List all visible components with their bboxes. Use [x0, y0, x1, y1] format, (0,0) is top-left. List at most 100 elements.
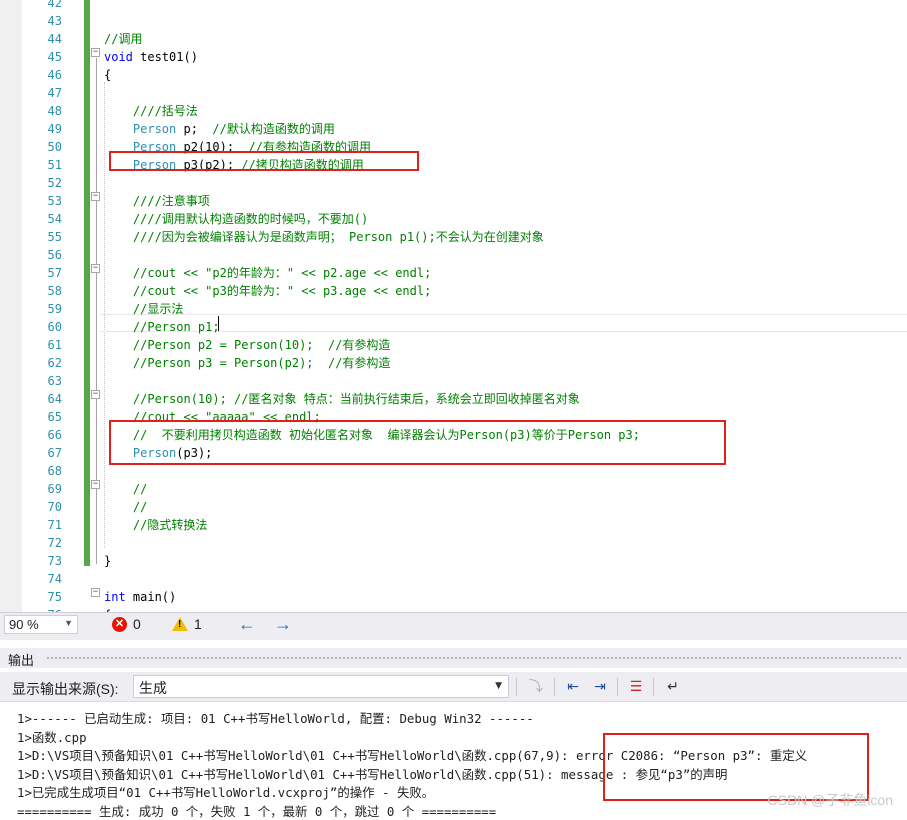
code-token: test01(): [132, 50, 198, 64]
find-message-in-code-icon[interactable]: ⤵: [525, 677, 547, 697]
line-number: 60: [47, 320, 62, 334]
code-editor[interactable]: 42 43 44 45 46 47 48 49 50 51 52 53 54 55 56 57 58 59 60 61…: [0, 0, 907, 612]
code-line[interactable]: int main(): [104, 588, 176, 606]
line-number: 75: [47, 590, 62, 604]
line-number: 47: [47, 86, 62, 100]
code-line[interactable]: ////括号法: [104, 102, 198, 120]
code-token: //Person(10); //匿名对象 特点：当前执行结束后，系统会立即回收掉…: [132, 392, 580, 406]
clear-all-icon[interactable]: ☰: [625, 677, 647, 697]
line-number: 45: [47, 50, 62, 64]
code-line[interactable]: //: [104, 480, 147, 498]
line-number: 62: [47, 356, 62, 370]
code-line[interactable]: ////调用默认构造函数的时候吗，不要加(): [104, 210, 368, 228]
line-number: 74: [47, 572, 62, 586]
line-number: 67: [47, 446, 62, 460]
code-token: ////注意事项: [132, 194, 210, 208]
line-number: 49: [47, 122, 62, 136]
line-number-column: 42 43 44 45 46 47 48 49 50 51 52 53 54 55 56 57 58 59 60 61…: [22, 0, 62, 612]
code-line[interactable]: ////因为会被编译器认为是函数声明； Person p1();不会认为在创建对…: [104, 228, 544, 246]
line-number: 51: [47, 158, 62, 172]
previous-message-icon[interactable]: ⇤: [562, 677, 584, 697]
current-line-highlight: [100, 314, 907, 332]
text-caret: [218, 316, 219, 331]
code-line[interactable]: //显示法: [104, 300, 183, 318]
line-number: 43: [47, 14, 62, 28]
line-number: 52: [47, 176, 62, 190]
code-token: //cout << "p2的年龄为：" << p2.age << endl;: [132, 266, 432, 280]
warning-icon: !: [172, 617, 188, 631]
fold-toggle-icon[interactable]: −: [91, 264, 100, 273]
next-message-icon[interactable]: ⇥: [589, 677, 611, 697]
code-token: //隐式转换法: [132, 518, 208, 532]
zoom-dropdown[interactable]: 90 % ▼: [4, 615, 78, 634]
line-number: 54: [47, 212, 62, 226]
line-number: 56: [47, 248, 62, 262]
editor-gutter: [0, 0, 22, 612]
panel-grip[interactable]: [46, 656, 901, 660]
code-line[interactable]: }: [104, 552, 111, 570]
code-token: //cout << "p3的年龄为：" << p3.age << endl;: [132, 284, 432, 298]
output-title-bar[interactable]: 输出: [0, 648, 907, 668]
code-line[interactable]: ////注意事项: [104, 192, 210, 210]
chevron-down-icon: ▼: [64, 618, 73, 628]
warning-count: 1: [194, 616, 202, 632]
fold-toggle-icon[interactable]: −: [91, 480, 100, 489]
error-count: 0: [133, 616, 141, 632]
warning-count-button[interactable]: ! 1: [172, 616, 202, 632]
fold-toggle-icon[interactable]: −: [91, 588, 100, 597]
output-line: ========== 生成: 成功 0 个，失败 1 个，最新 0 个，跳过 0…: [17, 804, 497, 819]
zoom-value: 90 %: [9, 617, 39, 632]
code-token: //显示法: [132, 302, 184, 316]
code-line[interactable]: //cout << "p2的年龄为：" << p2.age << endl;: [104, 264, 431, 282]
code-line[interactable]: {: [104, 66, 111, 84]
code-token: main(): [125, 590, 177, 604]
output-toolbar: 显示输出来源(S): 生成 ▼ ⤵ ⇤ ⇥ ☰ ↵: [0, 672, 907, 702]
line-number: 57: [47, 266, 62, 280]
code-token: {: [104, 68, 112, 82]
output-panel: 输出 显示输出来源(S): 生成 ▼ ⤵ ⇤ ⇥ ☰ ↵ 1>------ 已启…: [0, 636, 907, 820]
code-token: ////括号法: [132, 104, 198, 118]
code-line[interactable]: //cout << "p3的年龄为：" << p3.age << endl;: [104, 282, 431, 300]
word-wrap-icon[interactable]: ↵: [662, 677, 684, 697]
output-title: 输出: [8, 653, 35, 668]
watermark-text: CSDN @子非鱼icon: [767, 792, 893, 808]
fold-toggle-icon[interactable]: −: [91, 48, 100, 57]
annotation-box-line-51: [109, 151, 419, 171]
line-number: 71: [47, 518, 62, 532]
code-line[interactable]: //调用: [104, 30, 142, 48]
code-line[interactable]: //Person p2 = Person(10); //有参构造: [104, 336, 391, 354]
code-line[interactable]: Person p; //默认构造函数的调用: [104, 120, 335, 138]
previous-issue-arrow-icon[interactable]: ←: [238, 614, 256, 635]
code-line[interactable]: //: [104, 498, 147, 516]
fold-toggle-icon[interactable]: −: [91, 192, 100, 201]
line-number: 59: [47, 302, 62, 316]
code-line[interactable]: //Person(10); //匿名对象 特点：当前执行结束后，系统会立即回收掉…: [104, 390, 580, 408]
code-line[interactable]: void test01(): [104, 48, 198, 66]
line-number: 70: [47, 500, 62, 514]
line-number: 63: [47, 374, 62, 388]
output-source-dropdown[interactable]: 生成 ▼: [133, 675, 509, 698]
toolbar-separator: [554, 678, 555, 696]
code-token: //默认构造函数的调用: [212, 122, 335, 136]
code-line[interactable]: //隐式转换法: [104, 516, 207, 534]
code-line[interactable]: //Person p3 = Person(p2); //有参构造: [104, 354, 391, 372]
line-number: 55: [47, 230, 62, 244]
code-token: Person: [132, 122, 177, 136]
code-token: //Person p2 = Person(10); //有参构造: [132, 338, 391, 352]
output-line: 1>函数.cpp: [17, 729, 87, 745]
code-line[interactable]: //Person p1;: [104, 318, 220, 336]
fold-toggle-icon[interactable]: −: [91, 390, 100, 399]
error-count-button[interactable]: ✕ 0: [112, 616, 141, 632]
next-issue-arrow-icon[interactable]: →: [274, 614, 292, 635]
